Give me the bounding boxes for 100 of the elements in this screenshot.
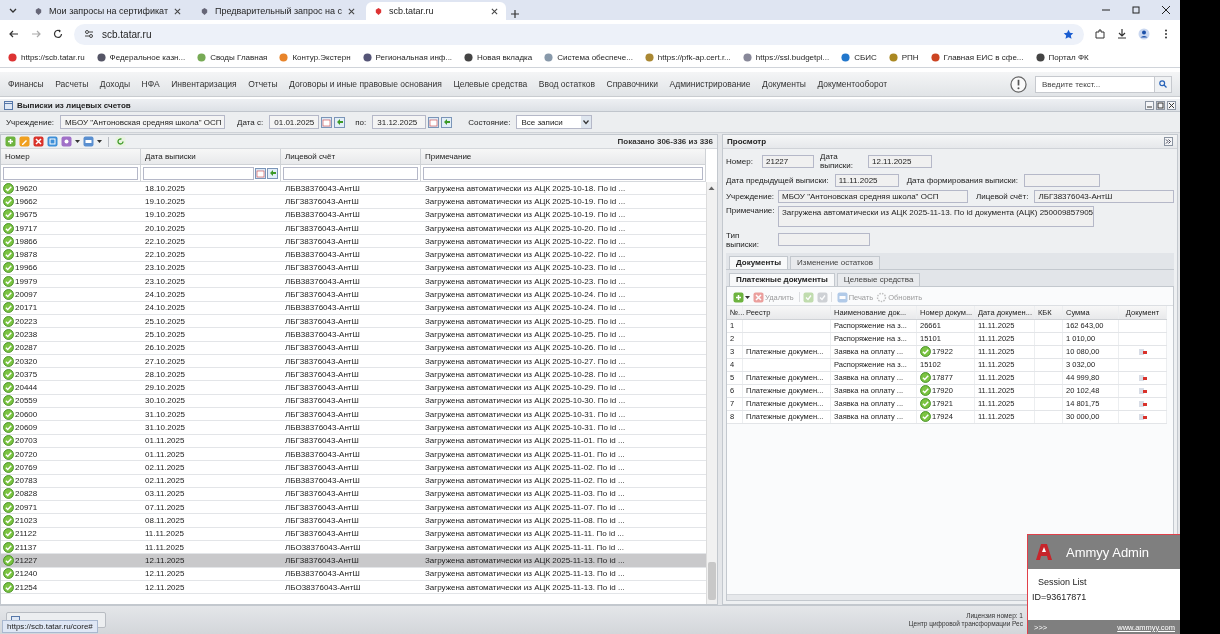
account-field: ЛБГ38376043-АнтШ bbox=[1034, 189, 1174, 203]
field-label: Учреждение: bbox=[6, 117, 55, 127]
table-cell: 21254 bbox=[15, 582, 38, 592]
table-cell: ЛБО38376043-АнтШ bbox=[285, 582, 361, 592]
table-cell: 20238 bbox=[15, 329, 38, 339]
table-cell: 20769 bbox=[15, 462, 38, 472]
table-cell: 24.10.2025 bbox=[145, 290, 186, 299]
table-cell: 20375 bbox=[15, 369, 38, 379]
table-cell: 11.11.2025 bbox=[145, 529, 184, 539]
table-cell: ЛБГ38376043-АнтШ bbox=[285, 555, 359, 565]
table-cell: Загружена автоматически из АЦК 2025-11-02. По id ... bbox=[425, 476, 625, 486]
table-cell: 21122 bbox=[15, 529, 37, 539]
table-cell: Загружена автоматически из АЦК 2025-10-28. По id ... bbox=[425, 369, 626, 379]
table-cell: ЛБГ38376043-АнтШ bbox=[285, 356, 359, 366]
table-cell: 07.11.2025 bbox=[145, 502, 185, 512]
table-cell: Загружена автоматически из АЦК 2025-11-13. По id ... bbox=[425, 582, 625, 592]
table-cell: 20828 bbox=[15, 489, 38, 499]
table-cell: ЛБВ38376043-АнтШ bbox=[285, 476, 360, 486]
table-cell: 25.10.2025 bbox=[145, 329, 186, 339]
table-cell: Загружена автоматически из АЦК 2025-10-18. По id ... bbox=[425, 183, 626, 193]
table-cell: 01.11.2025 bbox=[145, 449, 185, 459]
table-cell: Загружена автоматически из АЦК 2025-10-23. По id ... bbox=[425, 263, 626, 273]
table-cell: Загружена автоматически из АЦК 2025-11-01. По id ... bbox=[425, 436, 625, 446]
table-cell: ЛБО38376043-АнтШ bbox=[285, 542, 361, 552]
table-cell: Загружена автоматически из АЦК 2025-10-24. По id ... bbox=[425, 290, 626, 299]
table-cell: ЛБГ38376043-АнтШ bbox=[285, 516, 359, 526]
table-cell: 20971 bbox=[15, 502, 38, 512]
table-cell: 02.11.2025 bbox=[145, 476, 185, 486]
table-cell: 19979 bbox=[15, 276, 38, 286]
table-cell: 20171 bbox=[15, 303, 38, 313]
table-cell: ЛБВ38376043-АнтШ bbox=[285, 210, 360, 220]
table-cell: 22.10.2025 bbox=[145, 236, 186, 246]
status-tooltip: https://scb.tatar.ru/core# bbox=[2, 620, 98, 633]
table-cell: 21227 bbox=[15, 555, 38, 565]
table-cell: Загружена автоматически из АЦК 2025-11-07. По id ... bbox=[425, 502, 625, 512]
table-cell: ЛБВ38376043-АнтШ bbox=[285, 303, 360, 313]
table-cell: 19675 bbox=[15, 210, 38, 220]
table-cell: ЛБГ38376043-АнтШ bbox=[285, 290, 359, 299]
table-cell: 19662 bbox=[15, 196, 38, 206]
table-cell: Загружена автоматически из АЦК 2025-10-27. По id ... bbox=[425, 356, 626, 366]
table-cell: Загружена автоматически из АЦК 2025-10-19. По id ... bbox=[425, 196, 626, 206]
table-cell: ЛБВ38376043-АнтШ bbox=[285, 449, 360, 459]
table-cell: 20703 bbox=[15, 436, 38, 446]
table-cell: 23.10.2025 bbox=[145, 263, 186, 273]
table-cell: Загружена автоматически из АЦК 2025-10-30. По id ... bbox=[425, 396, 626, 406]
field-label: Дата предыдущей выписки: bbox=[726, 175, 829, 185]
table-cell: 02.11.2025 bbox=[145, 462, 185, 472]
table-cell: ЛБГ38376043-АнтШ bbox=[285, 409, 359, 419]
table-cell: Загружена автоматически из АЦК 2025-11-03. По id ... bbox=[425, 489, 625, 499]
table-cell: ЛБВ38376043-АнтШ bbox=[285, 329, 360, 339]
table-cell: ЛБВ38376043-АнтШ bbox=[285, 183, 360, 193]
field-label: Учреждение: bbox=[726, 191, 772, 201]
table-cell: 20097 bbox=[15, 290, 38, 299]
table-cell: 21137 bbox=[15, 542, 37, 552]
table-cell: 23.10.2025 bbox=[145, 276, 186, 286]
table-cell: 28.10.2025 bbox=[145, 369, 186, 379]
table-cell: ЛБГ38376043-АнтШ bbox=[285, 196, 359, 206]
table-cell: 19866 bbox=[15, 236, 38, 246]
table-cell: Загружена автоматически из АЦК 2025-11-13. По id ... bbox=[425, 569, 625, 579]
table-cell: ЛБВ38376043-АнтШ bbox=[285, 250, 360, 260]
field-label: Дата с: bbox=[237, 117, 264, 127]
table-cell: ЛБГ38376043-АнтШ bbox=[285, 462, 359, 472]
table-cell: 19966 bbox=[15, 263, 38, 273]
table-cell: 21240 bbox=[15, 569, 38, 579]
table-cell: Загружена автоматически из АЦК 2025-10-22. По id ... bbox=[425, 250, 626, 260]
table-cell: Загружена автоматически из АЦК 2025-10-25. По id ... bbox=[425, 329, 626, 339]
table-cell: 12.11.2025 bbox=[145, 555, 185, 565]
table-cell: 31.10.2025 bbox=[145, 423, 186, 432]
table-cell: 20609 bbox=[15, 423, 38, 432]
table-cell: ЛБГ38376043-АнтШ bbox=[285, 316, 359, 326]
table-cell: ЛБГ38376043-АнтШ bbox=[285, 236, 359, 246]
table-cell: 26.10.2025 bbox=[145, 343, 186, 353]
field-label: Лицевой счёт: bbox=[976, 191, 1029, 201]
table-cell: Загружена автоматически из АЦК 2025-10-20. По id ... bbox=[425, 223, 626, 233]
id-text: ID=93617871 bbox=[1032, 592, 1088, 602]
table-cell: ЛБВ38376043-АнтШ bbox=[285, 276, 360, 286]
note-field: Загружена автоматически из АЦК 2025-11-13. По id документа (АЦК) 250009857905 bbox=[778, 205, 1094, 227]
field-label: Тип выписки: bbox=[726, 230, 760, 249]
table-cell: 19620 bbox=[15, 183, 38, 193]
table-cell: 20559 bbox=[15, 396, 38, 406]
date-field: 11.11.2025 bbox=[834, 173, 899, 187]
table-cell: 11.11.2025 bbox=[145, 542, 184, 552]
number-field: 21227 bbox=[762, 155, 814, 169]
table-cell: Загружена автоматически из АЦК 2025-11-13. По id ... bbox=[425, 555, 625, 565]
table-cell: Загружена автоматически из АЦК 2025-10-31. По id ... bbox=[425, 409, 626, 419]
table-cell: 31.10.2025 bbox=[145, 409, 186, 419]
table-cell: Загружена автоматически из АЦК 2025-10-23. По id ... bbox=[425, 276, 626, 286]
table-cell: 12.11.2025 bbox=[145, 569, 185, 579]
table-cell: 12.11.2025 bbox=[145, 582, 185, 592]
table-cell: ЛБГ38376043-АнтШ bbox=[285, 436, 359, 446]
table-cell: 01.11.2025 bbox=[145, 436, 185, 446]
table-cell: 20223 bbox=[15, 316, 38, 326]
table-cell: ЛБГ38376043-АнтШ bbox=[285, 263, 359, 273]
table-cell: ЛБГ38376043-АнтШ bbox=[285, 502, 359, 512]
table-cell: Загружена автоматически из АЦК 2025-10-26. По id ... bbox=[425, 343, 626, 353]
table-cell: ЛБВ38376043-АнтШ bbox=[285, 569, 360, 579]
table-cell: 08.11.2025 bbox=[145, 516, 185, 526]
table-cell: Загружена автоматически из АЦК 2025-11-08. По id ... bbox=[425, 516, 625, 526]
field-label: Примечание: bbox=[726, 205, 772, 215]
table-cell: 19878 bbox=[15, 250, 38, 260]
